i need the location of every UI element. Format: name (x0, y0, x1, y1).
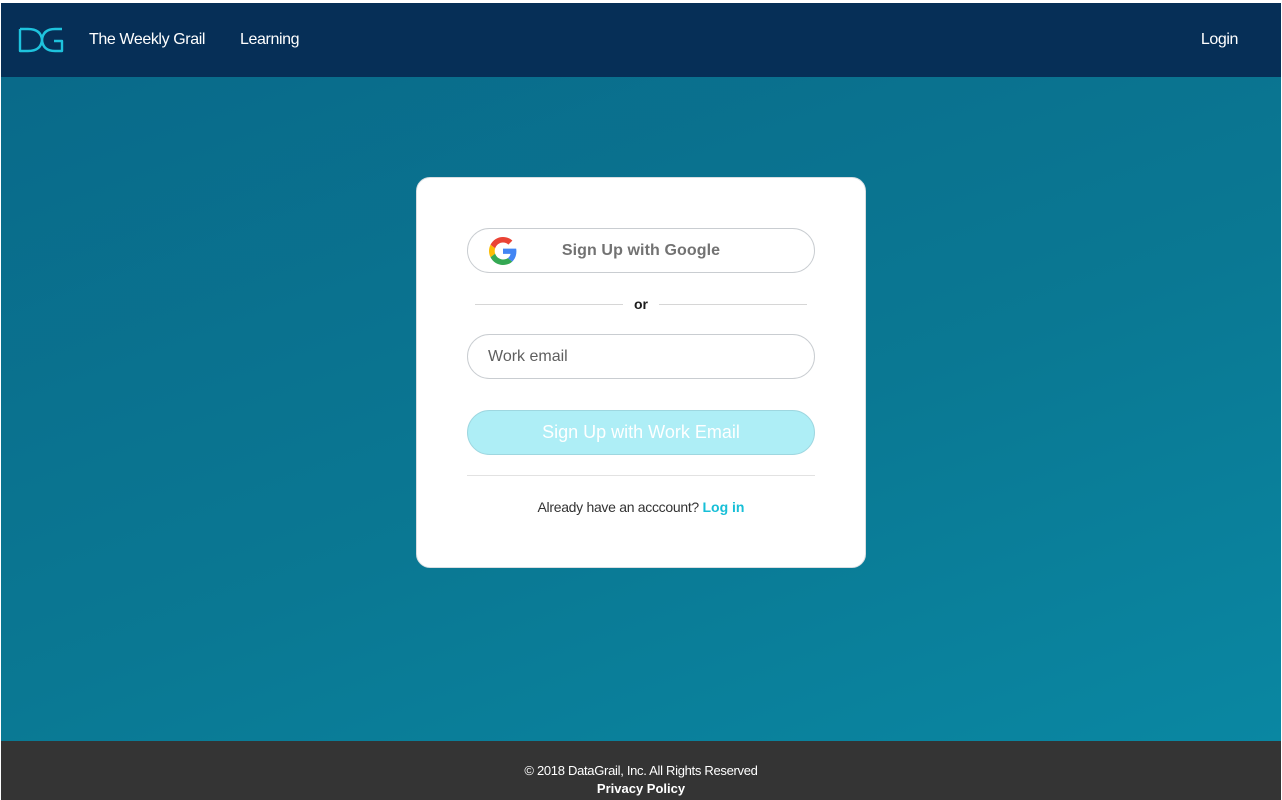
nav-link-learning[interactable]: Learning (240, 31, 299, 49)
login-link[interactable]: Log in (702, 499, 744, 515)
main-area: Sign Up with Google or Sign Up with Work… (1, 77, 1281, 741)
already-account-text: Already have an acccount? Log in (417, 499, 865, 515)
privacy-policy-link[interactable]: Privacy Policy (1, 779, 1281, 798)
already-account-label: Already have an acccount? (537, 499, 700, 515)
work-email-signup-button[interactable]: Sign Up with Work Email (467, 410, 815, 455)
divider-or-text: or (634, 296, 648, 312)
or-divider: or (475, 296, 807, 312)
card-divider (467, 475, 815, 476)
signup-card: Sign Up with Google or Sign Up with Work… (416, 177, 866, 568)
divider-line-right (659, 303, 807, 305)
work-email-input[interactable] (467, 334, 815, 379)
copyright-text: © 2018 DataGrail, Inc. All Rights Reserv… (524, 763, 758, 778)
divider-line-left (475, 303, 623, 305)
nav-link-login[interactable]: Login (1201, 31, 1239, 49)
datagrail-logo-icon[interactable] (18, 27, 64, 53)
google-g-icon (489, 237, 517, 265)
google-signup-button[interactable]: Sign Up with Google (467, 228, 815, 273)
footer: © 2018 DataGrail, Inc. All Rights Reserv… (1, 741, 1281, 800)
nav-link-weekly-grail[interactable]: The Weekly Grail (89, 31, 205, 49)
app-frame: The Weekly Grail Learning Login Sign Up … (1, 3, 1281, 800)
top-navbar: The Weekly Grail Learning Login (1, 3, 1281, 77)
google-signup-label: Sign Up with Google (561, 241, 721, 259)
